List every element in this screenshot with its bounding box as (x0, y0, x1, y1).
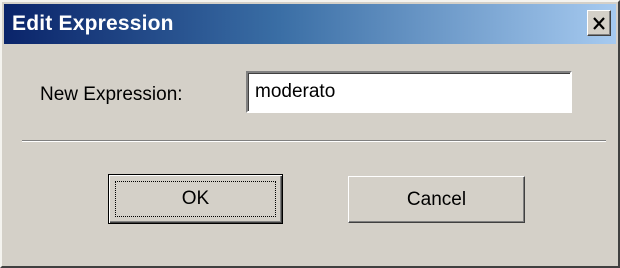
edit-expression-dialog: Edit Expression New Expression: OK Cance… (0, 0, 620, 268)
focus-rectangle (115, 181, 276, 217)
new-expression-field-frame (246, 71, 572, 113)
ok-button[interactable]: OK (108, 174, 283, 224)
title-bar[interactable]: Edit Expression (4, 4, 616, 44)
dialog-title: Edit Expression (12, 12, 174, 35)
cancel-button[interactable]: Cancel (348, 176, 525, 223)
new-expression-label: New Expression: (40, 84, 183, 105)
new-expression-input[interactable] (251, 77, 569, 107)
close-icon (593, 16, 605, 30)
close-button[interactable] (587, 10, 611, 36)
cancel-button-label: Cancel (406, 188, 467, 210)
separator (22, 140, 606, 142)
